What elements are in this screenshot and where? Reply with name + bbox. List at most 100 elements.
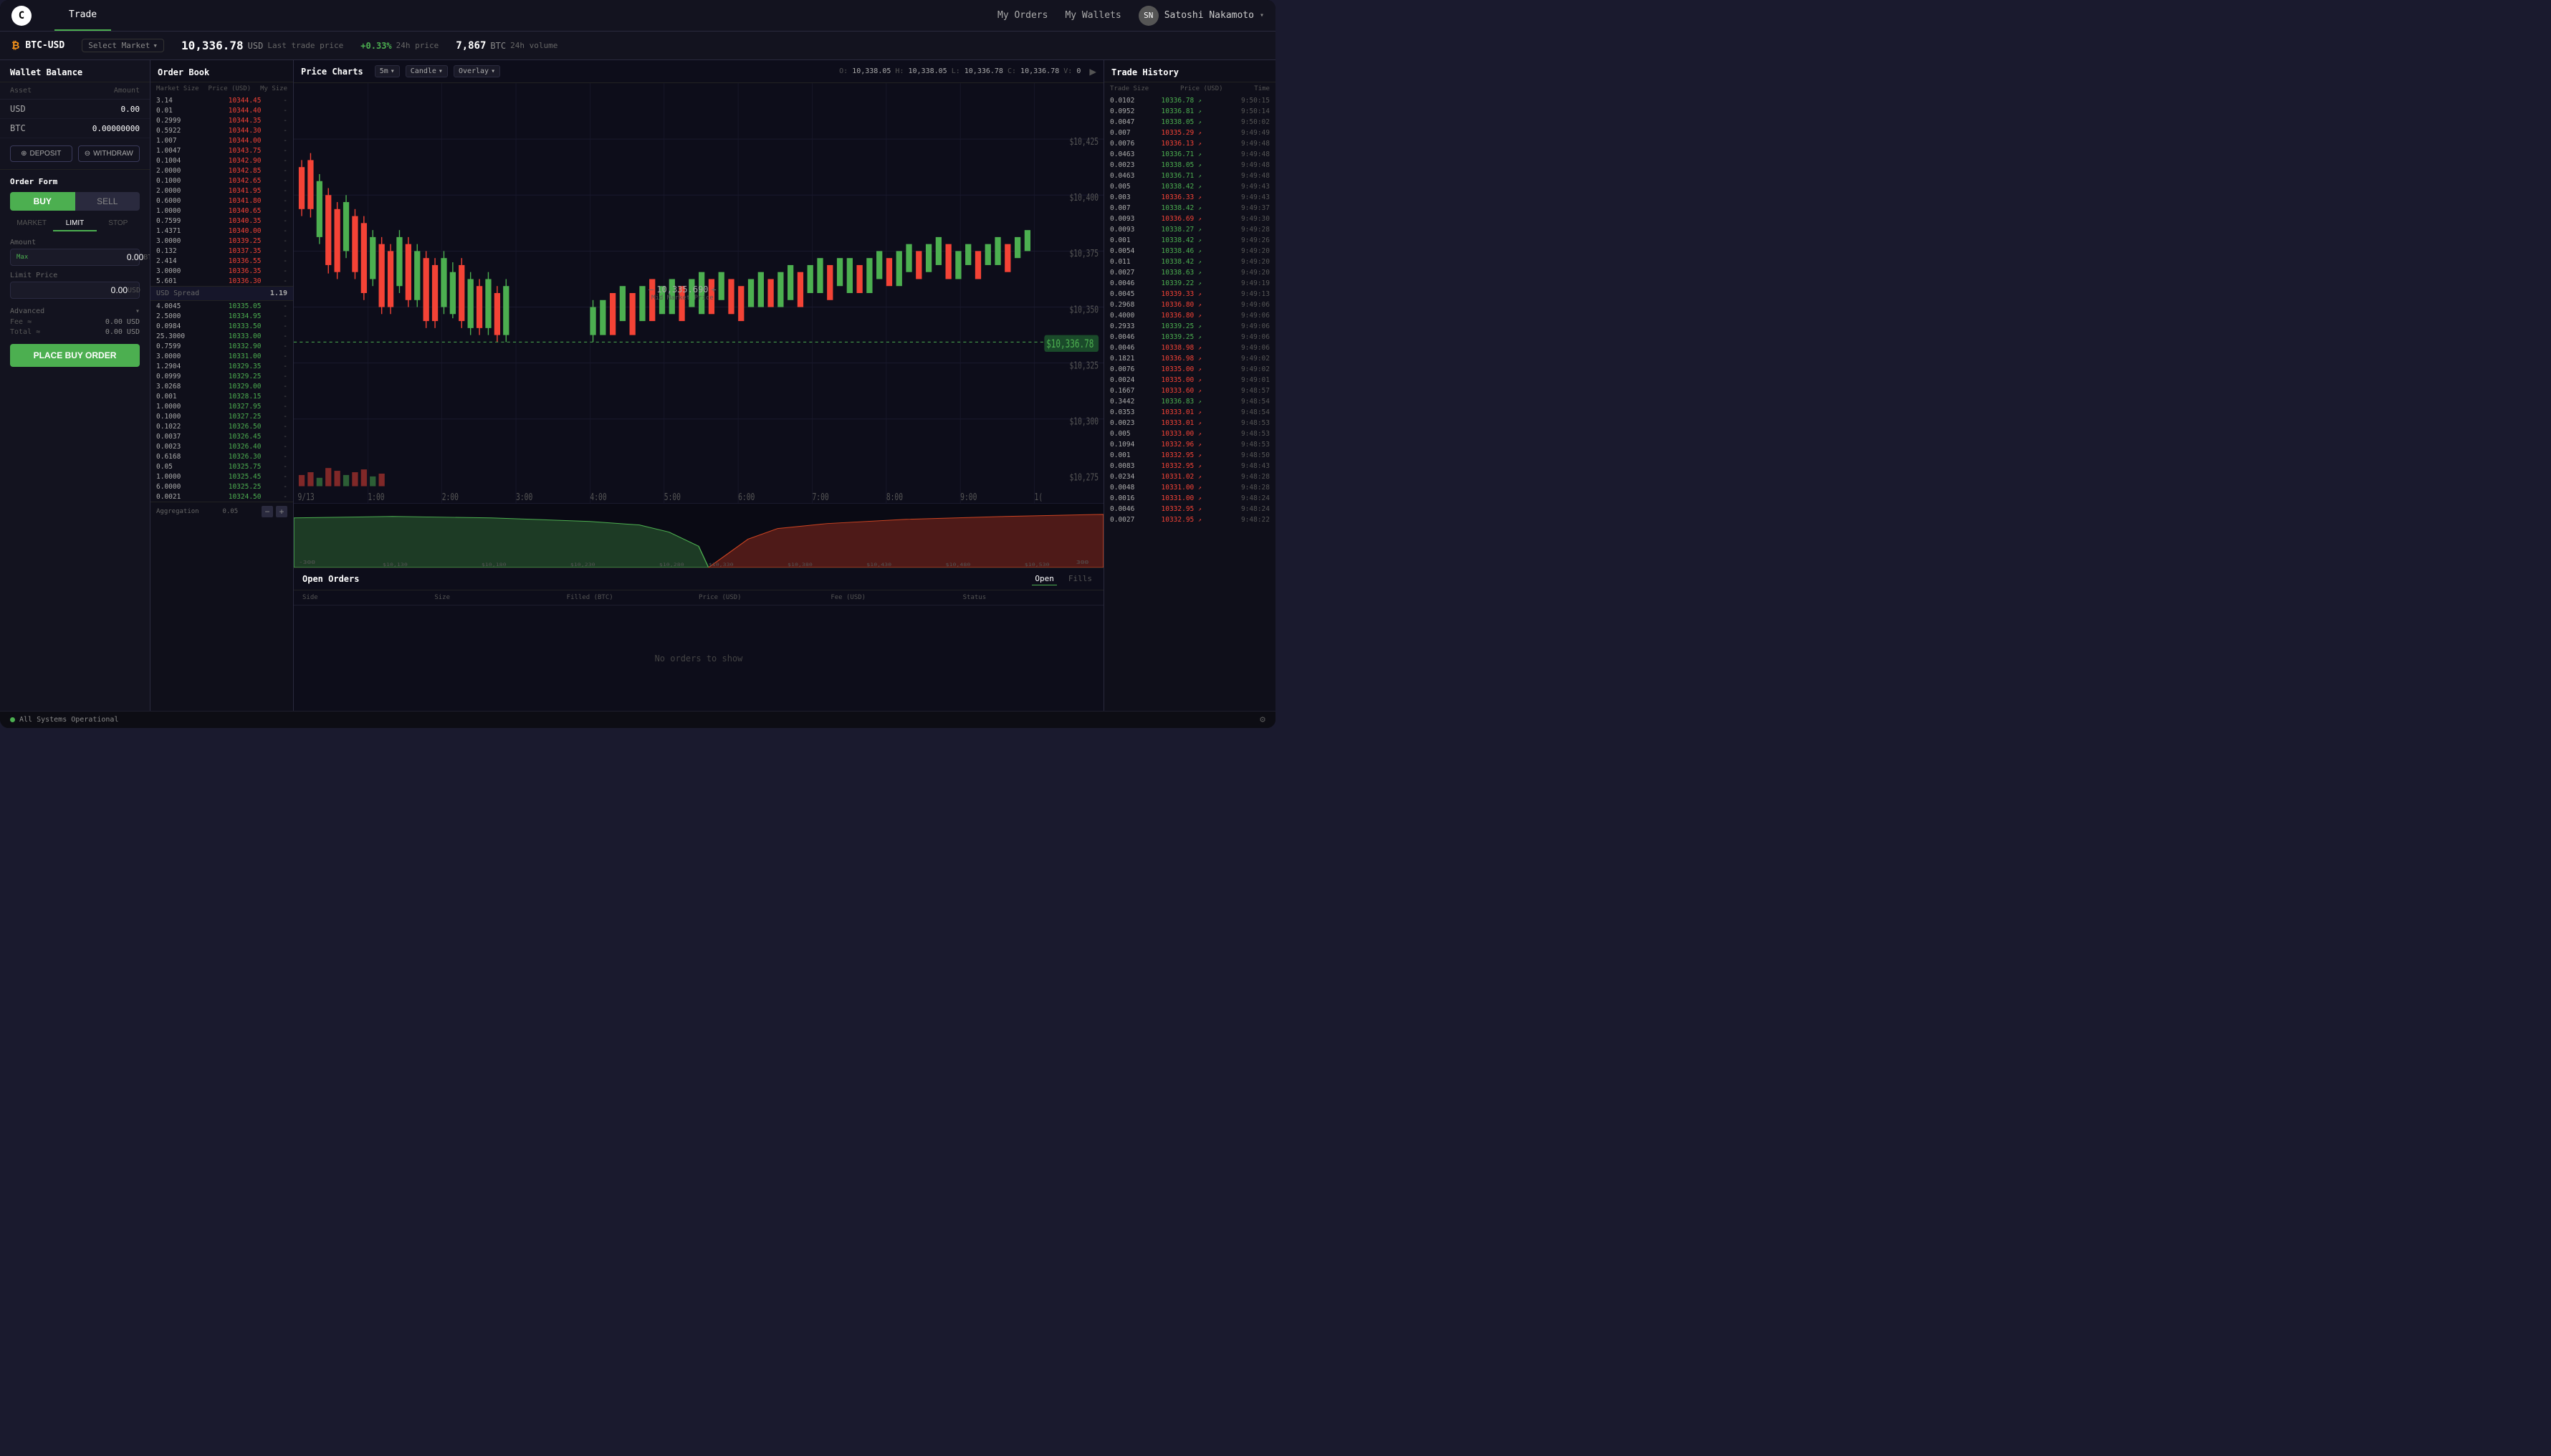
- bid-row[interactable]: 0.102210326.50-: [150, 421, 293, 431]
- trade-history-row: 0.182110336.98 ↗9:49:02: [1104, 353, 1276, 364]
- bid-row[interactable]: 0.099910329.25-: [150, 371, 293, 381]
- svg-text:$10,336.78: $10,336.78: [1046, 337, 1093, 350]
- bid-row[interactable]: 25.300010333.00-: [150, 331, 293, 341]
- settings-icon[interactable]: ⚙: [1260, 714, 1265, 725]
- bid-row[interactable]: 0.002310326.40-: [150, 441, 293, 451]
- trade-history-row: 0.109410332.96 ↗9:48:53: [1104, 439, 1276, 450]
- ask-row[interactable]: 0.299910344.35-: [150, 115, 293, 125]
- stop-order-tab[interactable]: STOP: [97, 216, 140, 231]
- sell-tab[interactable]: SELL: [75, 192, 140, 211]
- trade-history-row: 0.008310332.95 ↗9:48:43: [1104, 461, 1276, 471]
- avatar: SN: [1139, 6, 1159, 26]
- ask-row[interactable]: 1.00710344.00-: [150, 135, 293, 145]
- bid-row[interactable]: 0.616810326.30-: [150, 451, 293, 461]
- advanced-toggle[interactable]: Advanced ▾: [10, 305, 140, 318]
- ask-row[interactable]: 0.759910340.35-: [150, 216, 293, 226]
- price-charts-title: Price Charts: [301, 67, 363, 77]
- volume-stat: 7,867 BTC 24h volume: [456, 40, 557, 52]
- chart-type-selector[interactable]: Candle ▾: [406, 65, 448, 77]
- bid-row[interactable]: 3.026810329.00-: [150, 381, 293, 391]
- nav-tab-trade[interactable]: Trade: [54, 0, 111, 31]
- aggregation-value: 0.05: [222, 508, 238, 515]
- open-orders-header: Open Orders Open Fills: [294, 568, 1104, 590]
- ask-row[interactable]: 0.100410342.90-: [150, 155, 293, 166]
- trade-history-row: 0.002710332.95 ↗9:48:22: [1104, 514, 1276, 525]
- ask-row[interactable]: 2.000010341.95-: [150, 186, 293, 196]
- ask-row[interactable]: 0.600010341.80-: [150, 196, 293, 206]
- total-row: Total ≈ 0.00 USD: [10, 328, 140, 336]
- my-wallets-button[interactable]: My Wallets: [1065, 10, 1121, 21]
- agg-minus-button[interactable]: −: [262, 506, 273, 517]
- ask-row[interactable]: 5.60110336.30-: [150, 276, 293, 286]
- ask-row[interactable]: 0.100010342.65-: [150, 176, 293, 186]
- open-orders-tab-fills[interactable]: Fills: [1066, 573, 1095, 585]
- trade-history-row: 0.046310336.71 ↗9:49:48: [1104, 171, 1276, 181]
- chevron-down-icon: ▾: [135, 307, 140, 315]
- trade-history-row: 0.002310333.01 ↗9:48:53: [1104, 418, 1276, 428]
- left-panel: Wallet Balance Asset Amount USD 0.00 BTC…: [0, 60, 150, 711]
- trade-history-row: 0.002310338.05 ↗9:49:48: [1104, 160, 1276, 171]
- plus-icon: ⊕: [21, 150, 27, 158]
- ask-row[interactable]: 3.000010339.25-: [150, 236, 293, 246]
- main-chart-area[interactable]: $10,425 $10,400 $10,375 $10,350 $10,325 …: [294, 83, 1104, 503]
- trade-history-row: 0.004810331.00 ↗9:48:28: [1104, 482, 1276, 493]
- ask-row[interactable]: 1.000010340.65-: [150, 206, 293, 216]
- trade-history-row: 0.00110332.95 ↗9:48:50: [1104, 450, 1276, 461]
- svg-text:9:00: 9:00: [960, 491, 977, 502]
- bid-row[interactable]: 0.00110328.15-: [150, 391, 293, 401]
- ask-row[interactable]: 1.004710343.75-: [150, 145, 293, 155]
- withdraw-button[interactable]: ⊖ WITHDRAW: [78, 145, 140, 162]
- bid-row[interactable]: 0.098410333.50-: [150, 321, 293, 331]
- ask-row[interactable]: 3.000010336.35-: [150, 266, 293, 276]
- svg-text:2:00: 2:00: [442, 491, 459, 502]
- trade-history-row: 0.344210336.83 ↗9:48:54: [1104, 396, 1276, 407]
- user-section[interactable]: SN Satoshi Nakamoto ▾: [1139, 6, 1264, 26]
- bid-row[interactable]: 6.000010325.25-: [150, 482, 293, 492]
- limit-price-input[interactable]: [16, 285, 128, 295]
- market-order-tab[interactable]: MARKET: [10, 216, 53, 231]
- bid-row[interactable]: 4.004510335.05-: [150, 301, 293, 311]
- ask-row[interactable]: 2.41410336.55-: [150, 256, 293, 266]
- timeframe-selector[interactable]: 5m ▾: [375, 65, 400, 77]
- place-buy-order-button[interactable]: PLACE BUY ORDER: [10, 344, 140, 367]
- ask-row[interactable]: 1.437110340.00-: [150, 226, 293, 236]
- open-orders-tab-open[interactable]: Open: [1032, 573, 1057, 585]
- amount-input[interactable]: [32, 252, 143, 262]
- ask-row[interactable]: 0.13210337.35-: [150, 246, 293, 256]
- svg-text:4:00: 4:00: [590, 491, 606, 502]
- select-market-button[interactable]: Select Market ▾: [82, 39, 164, 52]
- bid-row[interactable]: 0.759910332.90-: [150, 341, 293, 351]
- deposit-button[interactable]: ⊕ DEPOSIT: [10, 145, 72, 162]
- trade-history-row: 0.400010336.80 ↗9:49:06: [1104, 310, 1276, 321]
- bid-row[interactable]: 0.0510325.75-: [150, 461, 293, 471]
- chart-scroll-right-icon[interactable]: ▶: [1089, 64, 1096, 78]
- buy-tab[interactable]: BUY: [10, 192, 75, 211]
- ask-row[interactable]: 0.592210344.30-: [150, 125, 293, 135]
- max-button[interactable]: Max: [16, 254, 28, 261]
- limit-order-tab[interactable]: LIMIT: [53, 216, 96, 231]
- bid-row[interactable]: 1.000010327.95-: [150, 401, 293, 411]
- ask-row[interactable]: 2.000010342.85-: [150, 166, 293, 176]
- bid-row[interactable]: 1.000010325.45-: [150, 471, 293, 482]
- bid-row[interactable]: 0.002110324.50-: [150, 492, 293, 502]
- my-orders-button[interactable]: My Orders: [997, 10, 1048, 21]
- trade-history-row: 0.166710333.60 ↗9:48:57: [1104, 385, 1276, 396]
- amount-input-row: Max BTC: [10, 249, 140, 266]
- limit-price-input-row: USD: [10, 282, 140, 299]
- status-indicator: All Systems Operational: [10, 716, 118, 724]
- chart-panel: Price Charts 5m ▾ Candle ▾ Overlay ▾ O: …: [294, 60, 1104, 711]
- bid-row[interactable]: 0.003710326.45-: [150, 431, 293, 441]
- bid-row[interactable]: 2.500010334.95-: [150, 311, 293, 321]
- order-form-title: Order Form: [10, 177, 140, 186]
- overlay-selector[interactable]: Overlay ▾: [454, 65, 500, 77]
- bid-row[interactable]: 1.290410329.35-: [150, 361, 293, 371]
- open-orders-table-header: Side Size Filled (BTC) Price (USD) Fee (…: [294, 590, 1104, 605]
- app-logo[interactable]: C: [11, 6, 32, 26]
- agg-plus-button[interactable]: +: [276, 506, 287, 517]
- trade-history-row: 0.296810336.80 ↗9:49:06: [1104, 300, 1276, 310]
- svg-text:1(: 1(: [1035, 491, 1043, 502]
- ask-row[interactable]: 0.0110344.40-: [150, 105, 293, 115]
- bid-row[interactable]: 0.100010327.25-: [150, 411, 293, 421]
- bid-row[interactable]: 3.000010331.00-: [150, 351, 293, 361]
- ask-row[interactable]: 3.1410344.45-: [150, 95, 293, 105]
